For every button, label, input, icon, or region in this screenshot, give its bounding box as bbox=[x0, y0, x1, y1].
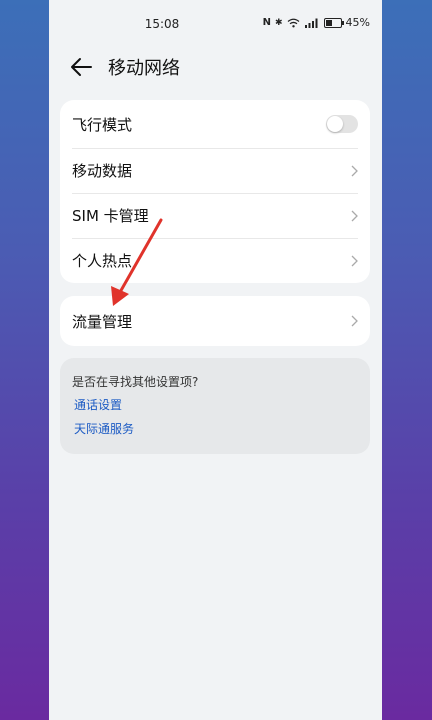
chevron-right-icon bbox=[351, 210, 358, 221]
nfc-icon: N bbox=[262, 17, 271, 28]
status-bar: 15:08 N ✱ 45% bbox=[49, 0, 382, 46]
bluetooth-icon: ✱ bbox=[275, 17, 283, 28]
wifi-icon bbox=[287, 18, 299, 27]
suggestions-title: 是否在寻找其他设置项? bbox=[72, 375, 199, 389]
battery-fill bbox=[325, 19, 332, 26]
row-sim-management[interactable]: SIM 卡管理 bbox=[60, 193, 370, 238]
row-label: 移动数据 bbox=[72, 162, 133, 180]
row-airplane-mode[interactable]: 飞行模式 bbox=[60, 100, 370, 148]
airplane-mode-toggle[interactable] bbox=[326, 115, 358, 133]
suggestions-panel: 是否在寻找其他设置项? 通话设置 天际通服务 bbox=[60, 358, 370, 454]
chevron-right-icon bbox=[351, 315, 358, 327]
phone-screen: 15:08 N ✱ 45% 移动网络 飞行模式 移动数据 SIM 卡管理 个人热… bbox=[49, 0, 382, 720]
status-icons: N ✱ 45% bbox=[263, 16, 370, 29]
page-title: 移动网络 bbox=[108, 58, 180, 79]
header: 移动网络 bbox=[49, 50, 382, 84]
row-data-usage-management[interactable]: 流量管理 bbox=[60, 296, 370, 346]
link-tianjitong-service[interactable]: 天际通服务 bbox=[74, 420, 134, 437]
row-label: SIM 卡管理 bbox=[72, 207, 149, 225]
signal-icon bbox=[304, 18, 318, 28]
link-call-settings[interactable]: 通话设置 bbox=[74, 396, 122, 413]
row-personal-hotspot[interactable]: 个人热点 bbox=[60, 238, 370, 283]
mobile-network-settings-card: 飞行模式 移动数据 SIM 卡管理 个人热点 bbox=[60, 100, 370, 283]
row-label: 流量管理 bbox=[72, 312, 133, 331]
chevron-right-icon bbox=[351, 165, 358, 176]
arrow-left-icon[interactable] bbox=[69, 54, 95, 80]
toggle-knob bbox=[327, 116, 343, 132]
status-time: 15:08 bbox=[144, 17, 180, 31]
row-mobile-data[interactable]: 移动数据 bbox=[60, 148, 370, 193]
chevron-right-icon bbox=[351, 255, 358, 266]
data-usage-card: 流量管理 bbox=[60, 296, 370, 346]
battery-percent: 45% bbox=[345, 16, 370, 29]
row-label: 飞行模式 bbox=[72, 115, 133, 134]
row-label: 个人热点 bbox=[72, 252, 133, 270]
battery-icon bbox=[323, 17, 344, 28]
